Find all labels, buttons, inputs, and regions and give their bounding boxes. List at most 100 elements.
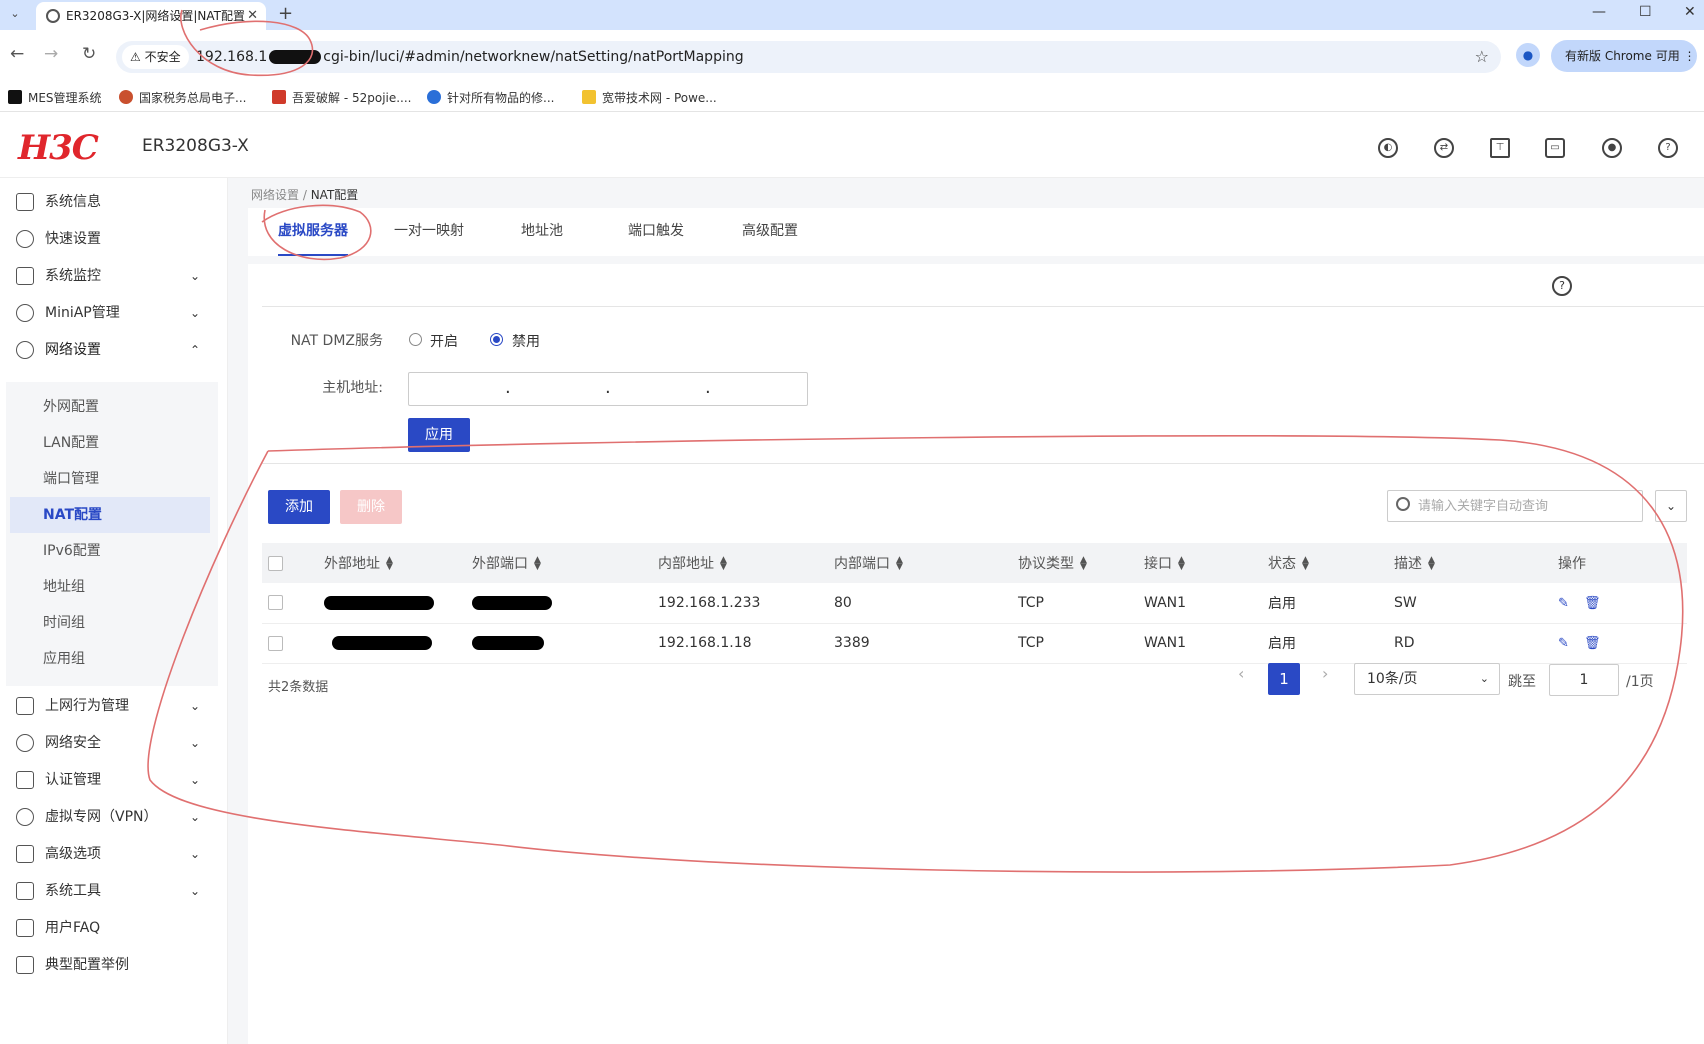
vpn-icon — [16, 808, 34, 826]
tab-one-to-one[interactable]: 一对一映射 — [394, 208, 464, 256]
maximize-icon[interactable]: ☐ — [1639, 4, 1652, 20]
page-size-select[interactable]: 10条/页 ⌄ — [1354, 663, 1500, 695]
sidebar-item-security[interactable]: 网络安全 ⌄ — [14, 725, 214, 761]
dmz-on-label[interactable]: 开启 — [430, 331, 458, 351]
sidebar-item-auth[interactable]: 认证管理 ⌄ — [14, 762, 214, 798]
new-tab-button[interactable]: + — [278, 3, 293, 24]
page-number-current[interactable]: 1 — [1268, 663, 1300, 695]
sync-icon[interactable]: ⇄ — [1434, 138, 1454, 158]
forward-icon[interactable]: → — [44, 44, 58, 64]
submenu-app-group[interactable]: 应用组 — [43, 641, 85, 677]
submenu-ipv6[interactable]: IPv6配置 — [43, 533, 101, 569]
edit-icon[interactable]: ✎ — [1558, 596, 1572, 611]
sidebar-item-advanced[interactable]: 高级选项 ⌄ — [14, 836, 214, 872]
tab-virtual-server[interactable]: 虚拟服务器 — [278, 208, 348, 256]
reload-icon[interactable]: ↻ — [82, 44, 96, 64]
sort-icon[interactable]: ▲ ▼ — [720, 556, 727, 572]
sort-icon[interactable]: ▲ ▼ — [1080, 556, 1087, 572]
minimize-icon[interactable]: — — [1592, 4, 1606, 20]
bookmark-star-icon[interactable]: ☆ — [1475, 47, 1489, 66]
next-page-button[interactable]: › — [1322, 664, 1328, 683]
column-header[interactable]: 状态 — [1268, 556, 1296, 572]
bookmark-item[interactable]: 针对所有物品的修... — [427, 89, 554, 106]
bookmark-item[interactable]: 吾爱破解 - 52pojie.... — [272, 89, 412, 106]
inbox-icon[interactable]: ▭ — [1545, 138, 1565, 158]
search-input[interactable] — [1418, 495, 1628, 517]
sort-icon[interactable]: ▲ ▼ — [1178, 556, 1185, 572]
close-window-icon[interactable]: ✕ — [1684, 4, 1696, 20]
column-header[interactable]: 外部端口 — [472, 556, 528, 572]
sort-icon[interactable]: ▲ ▼ — [896, 556, 903, 572]
column-header[interactable]: 协议类型 — [1018, 556, 1074, 572]
sort-icon[interactable]: ▲ ▼ — [1428, 556, 1435, 572]
back-icon[interactable]: ← — [10, 44, 24, 64]
palette-icon[interactable]: ◐ — [1378, 138, 1398, 158]
sidebar-item-miniap[interactable]: MiniAP管理 ⌄ — [14, 295, 214, 331]
column-header[interactable]: 内部端口 — [834, 556, 890, 572]
select-all-checkbox[interactable] — [268, 555, 283, 571]
security-warning[interactable]: ⚠ 不安全 — [122, 45, 189, 69]
sidebar-item-faq[interactable]: 用户FAQ — [14, 910, 214, 946]
dmz-off-radio[interactable] — [490, 333, 503, 346]
row-checkbox[interactable] — [268, 635, 283, 651]
sidebar-item-network[interactable]: 网络设置 ⌃ — [14, 332, 214, 368]
column-header[interactable]: 接口 — [1144, 556, 1172, 572]
tab-close-button[interactable]: ✕ — [247, 2, 258, 30]
jump-page-input[interactable]: 1 — [1549, 664, 1619, 696]
chrome-update-button[interactable]: 有新版 Chrome 可用 ⋮ — [1551, 40, 1697, 72]
host-address-input[interactable]: ... — [408, 372, 808, 406]
prev-page-button[interactable]: ‹ — [1238, 664, 1244, 683]
submenu-ports[interactable]: 端口管理 — [43, 461, 99, 497]
submenu-wan[interactable]: 外网配置 — [43, 389, 99, 425]
edit-icon[interactable]: ✎ — [1558, 636, 1572, 651]
tab-advanced[interactable]: 高级配置 — [742, 208, 798, 256]
examples-icon — [16, 956, 34, 974]
delete-button[interactable]: 删除 — [340, 490, 402, 524]
signpost-icon[interactable]: ⊤ — [1490, 138, 1510, 158]
profile-avatar-icon[interactable]: ● — [1516, 43, 1540, 67]
sort-icon[interactable]: ▲ ▼ — [534, 556, 541, 572]
tab-address-pool[interactable]: 地址池 — [521, 208, 563, 256]
tab-port-trigger[interactable]: 端口触发 — [628, 208, 684, 256]
row-checkbox[interactable] — [268, 595, 283, 611]
user-icon[interactable]: ● — [1602, 138, 1622, 158]
column-header[interactable]: 内部地址 — [658, 556, 714, 572]
sidebar-item-monitoring[interactable]: 系统监控 ⌄ — [14, 258, 214, 294]
submenu-address-group[interactable]: 地址组 — [43, 569, 85, 605]
update-label: 有新版 Chrome 可用 — [1565, 49, 1680, 63]
sidebar-label: 系统监控 — [45, 268, 101, 284]
add-button[interactable]: 添加 — [268, 490, 330, 524]
column-header[interactable]: 外部地址 — [324, 556, 380, 572]
bookmark-item[interactable]: MES管理系统 — [8, 89, 102, 106]
submenu-lan[interactable]: LAN配置 — [43, 425, 99, 461]
sidebar-item-vpn[interactable]: 虚拟专网（VPN） ⌄ — [14, 799, 214, 835]
cell-protocol: TCP — [1018, 623, 1144, 664]
sort-icon[interactable]: ▲ ▼ — [386, 556, 393, 572]
trash-icon[interactable]: 🗑 — [1584, 636, 1601, 651]
bookmark-item[interactable]: 国家税务总局电子... — [119, 89, 246, 106]
submenu-time-group[interactable]: 时间组 — [43, 605, 85, 641]
submenu-nat[interactable]: NAT配置 — [43, 497, 102, 533]
tab-search-icon[interactable]: ⌄ — [6, 5, 24, 23]
dmz-off-label[interactable]: 禁用 — [512, 331, 540, 351]
dmz-on-radio[interactable] — [409, 333, 422, 346]
search-box[interactable] — [1387, 490, 1643, 522]
sidebar-item-behavior[interactable]: 上网行为管理 ⌄ — [14, 688, 214, 724]
sidebar-item-tools[interactable]: 系统工具 ⌄ — [14, 873, 214, 909]
url-field[interactable]: ⚠ 不安全 192.168.1 cgi-bin/luci/#admin/netwo… — [116, 41, 1501, 73]
sidebar-item-examples[interactable]: 典型配置举例 — [14, 947, 214, 983]
apply-button[interactable]: 应用 — [408, 418, 470, 452]
breadcrumb-parent[interactable]: 网络设置 / — [251, 188, 311, 202]
column-header[interactable]: 描述 — [1394, 556, 1422, 572]
search-filter-dropdown[interactable]: ⌄ — [1655, 490, 1687, 522]
browser-tab[interactable]: ER3208G3-X|网络设置|NAT配置 ✕ — [36, 2, 266, 30]
breadcrumb: 网络设置 / NAT配置 — [251, 186, 358, 203]
sidebar-item-system-info[interactable]: 系统信息 — [14, 184, 214, 220]
sort-icon[interactable]: ▲ ▼ — [1302, 556, 1309, 572]
bookmark-item[interactable]: 宽带技术网 - Powe... — [582, 89, 717, 106]
cell-description: RD — [1394, 623, 1558, 664]
help-icon[interactable]: ? — [1552, 276, 1572, 296]
sidebar-item-quick-setup[interactable]: 快速设置 — [14, 221, 214, 257]
trash-icon[interactable]: 🗑 — [1584, 596, 1601, 611]
help-icon[interactable]: ? — [1658, 138, 1678, 158]
